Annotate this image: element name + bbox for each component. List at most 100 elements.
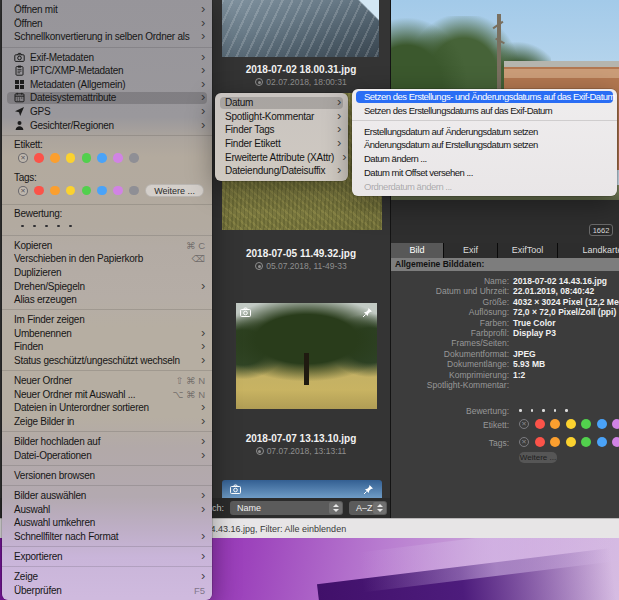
menu-item-im-finder-zeigen[interactable]: Im Finder zeigen — [2, 313, 212, 327]
thumbnail-date: 05.07.2018, 11-49-33 — [216, 261, 386, 271]
color-dot[interactable] — [597, 437, 607, 447]
color-dot[interactable] — [129, 186, 139, 196]
menu-item-auswahl-umkehren[interactable]: Auswahl umkehren — [2, 516, 212, 530]
menu-item-gps[interactable]: GPS› — [2, 105, 212, 119]
menu-item-bilder-hochladen-auf[interactable]: Bilder hochladen auf› — [2, 435, 212, 449]
menu-item-schnellkonvertierung-in-selben-ordner-als[interactable]: Schnellkonvertierung in selben Ordner al… — [2, 30, 212, 44]
weitere-button[interactable]: Weitere ... — [145, 184, 204, 197]
color-dot[interactable] — [66, 153, 76, 163]
color-dot[interactable] — [113, 186, 123, 196]
menu-separator — [352, 120, 617, 121]
menu-item-duplizieren[interactable]: Duplizieren — [2, 266, 212, 280]
menu-item-finden[interactable]: Finden› — [2, 340, 212, 354]
thumbnail-tree-photo[interactable] — [236, 303, 377, 409]
menu-item-dateiendung-dateisuffix[interactable]: Dateiendung/Dateisuffix› — [215, 164, 348, 178]
color-dot[interactable] — [566, 419, 576, 429]
weitere-button[interactable]: Weitere ... — [519, 452, 557, 463]
menu-item-schnellfilter-nach-format[interactable]: Schnellfilter nach Format› — [2, 530, 212, 544]
clear-color-icon[interactable]: ✕ — [18, 186, 28, 196]
menu-item-exportieren[interactable]: Exportieren› — [2, 550, 212, 564]
sort-order-dropdown[interactable]: A–Z — [349, 501, 387, 515]
menu-item-öffnen[interactable]: Öffnen› — [2, 17, 212, 31]
menu-item-auswahl[interactable]: Auswahl› — [2, 502, 212, 516]
menu-item-umbenennen[interactable]: Umbenennen› — [2, 327, 212, 341]
dropdown-arrows-icon — [373, 502, 386, 514]
menu-item-verschieben-in-den-papierkorb[interactable]: Verschieben in den Papierkorb⌫ — [2, 252, 212, 266]
menu-item-gesichter-regionen[interactable]: Gesichter/Regionen› — [2, 118, 212, 132]
menu-item-dateien-in-unterordner-sortieren[interactable]: Dateien in Unterordner sortieren› — [2, 401, 212, 415]
tab-exiftool[interactable]: ExifTool — [498, 243, 558, 258]
menu-item-setzen-des-erstellungsdatums-auf-das-exif-datum[interactable]: Setzen des Erstellungsdatums auf das Exi… — [352, 104, 617, 118]
thumbnail-selected-photo[interactable] — [222, 480, 382, 498]
menu-item-neuer-ordner[interactable]: Neuer Ordner⇧ ⌘ N — [2, 374, 212, 388]
submenu-arrow-icon: › — [201, 413, 205, 428]
color-dot[interactable] — [34, 153, 44, 163]
thumbnail-filename: 2018-07-07 13.13.10.jpg — [216, 433, 386, 444]
menu-separator — [2, 546, 212, 547]
color-dot[interactable] — [535, 437, 545, 447]
menu-separator — [2, 235, 212, 236]
menu-item-iptc-xmp-metadaten[interactable]: IPTC/XMP-Metadaten› — [2, 64, 212, 78]
menu-item-datum-mit-offset-versehen[interactable]: Datum mit Offset versehen ... — [352, 166, 617, 180]
menu-item-versionen-browsen[interactable]: Versionen browsen — [2, 469, 212, 483]
menu-item-finder-tags[interactable]: Finder Tags› — [215, 123, 348, 137]
menu-item-exif-metadaten[interactable]: Exif-Metadaten› — [2, 50, 212, 64]
submenu-arrow-icon: › — [337, 135, 341, 150]
color-dot[interactable] — [34, 186, 44, 196]
menu-item-dateisystemattribute[interactable]: Dateisystemattribute› — [2, 91, 212, 105]
info-fields: Name:2018-07-02 14.43.16.jpgDatum und Uh… — [391, 276, 619, 390]
tab-bild[interactable]: Bild — [391, 243, 444, 258]
menu-item-neuer-ordner-mit-auswahl[interactable]: Neuer Ordner mit Auswahl ...⌥ ⌘ N — [2, 388, 212, 402]
menu-item-metadaten-allgemein[interactable]: Metadaten (Allgemein)› — [2, 78, 212, 92]
color-dot[interactable] — [97, 186, 107, 196]
menu-item-drehen-spiegeln[interactable]: Drehen/Spiegeln› — [2, 279, 212, 293]
color-dot[interactable] — [581, 419, 591, 429]
color-dot[interactable] — [50, 186, 60, 196]
color-dot[interactable] — [550, 437, 560, 447]
section-header: Allgemeine Bilddaten: — [391, 258, 619, 271]
color-dot[interactable] — [612, 437, 619, 447]
menu-item-überprüfen[interactable]: ÜberprüfenF5 — [2, 584, 212, 598]
color-dot[interactable] — [82, 153, 92, 163]
rating-dots[interactable] — [2, 220, 212, 232]
info-field-row: Datum und Uhrzeit:22.01.2019, 08:40:42 — [391, 286, 619, 296]
color-dot[interactable] — [535, 419, 545, 429]
thumbnail-building-photo[interactable] — [222, 0, 379, 57]
clear-color-icon[interactable]: ✕ — [519, 419, 529, 429]
menu-item-bilder-auswählen[interactable]: Bilder auswählen› — [2, 489, 212, 503]
menu-item-erweiterte-attribute-xattr[interactable]: Erweiterte Attribute (XAttr)› — [215, 150, 348, 164]
menu-item-ordnerdatum-ändern: Ordnerdatum ändern ... — [352, 179, 617, 193]
rating-dots[interactable] — [519, 409, 577, 412]
menu-item-öffnen-mit[interactable]: Öffnen mit› — [2, 3, 212, 17]
color-dot[interactable] — [50, 153, 60, 163]
menu-item-finder-etikett[interactable]: Finder Etikett› — [215, 137, 348, 151]
clear-color-icon[interactable]: ✕ — [519, 437, 529, 447]
color-dot[interactable] — [66, 186, 76, 196]
color-dot[interactable] — [129, 153, 139, 163]
color-dot[interactable] — [82, 186, 92, 196]
menu-item-erstellungsdatum-auf-änderungsdatum-setzen[interactable]: Erstellungsdatum auf Änderungsdatum setz… — [352, 124, 617, 138]
color-dot[interactable] — [597, 419, 607, 429]
menu-item-datum[interactable]: Datum› — [215, 96, 348, 110]
menu-item-kopieren[interactable]: Kopieren⌘ C — [2, 238, 212, 252]
color-dot[interactable] — [581, 437, 591, 447]
color-dot[interactable] — [113, 153, 123, 163]
menu-item-zeige-bilder-in[interactable]: Zeige Bilder in› — [2, 415, 212, 429]
menu-item-datei-operationen[interactable]: Datei-Operationen› — [2, 449, 212, 463]
menu-item-spotlight-kommentar[interactable]: Spotlight-Kommentar› — [215, 110, 348, 124]
tab-exif[interactable]: Exif — [444, 243, 498, 258]
menu-item-setzen-des-erstellungs-und-änderungsdatums-auf-das-exif-datum[interactable]: Setzen des Erstellungs- und Änderungsdat… — [352, 90, 617, 104]
color-dot[interactable] — [97, 153, 107, 163]
menu-item-datum-ändern[interactable]: Datum ändern ... — [352, 152, 617, 166]
color-dot[interactable] — [550, 419, 560, 429]
menu-item-änderungsdatum-auf-erstellungsdatum-setzen[interactable]: Änderungsdatum auf Erstellungsdatum setz… — [352, 138, 617, 152]
menu-item-alias-erzeugen[interactable]: Alias erzeugen — [2, 293, 212, 307]
color-dot[interactable] — [566, 437, 576, 447]
sort-by-dropdown[interactable]: Name — [230, 501, 343, 515]
menu-item-zeige[interactable]: Zeige› — [2, 570, 212, 584]
color-dot[interactable] — [612, 419, 619, 429]
menu-item-status-geschützt-ungeschützt-wechseln[interactable]: Status geschützt/ungeschützt wechseln› — [2, 354, 212, 368]
info-field-row: Name:2018-07-02 14.43.16.jpg — [391, 276, 619, 286]
clear-color-icon[interactable]: ✕ — [18, 153, 28, 163]
tab-landkarte[interactable]: Landkarte — [558, 243, 619, 258]
